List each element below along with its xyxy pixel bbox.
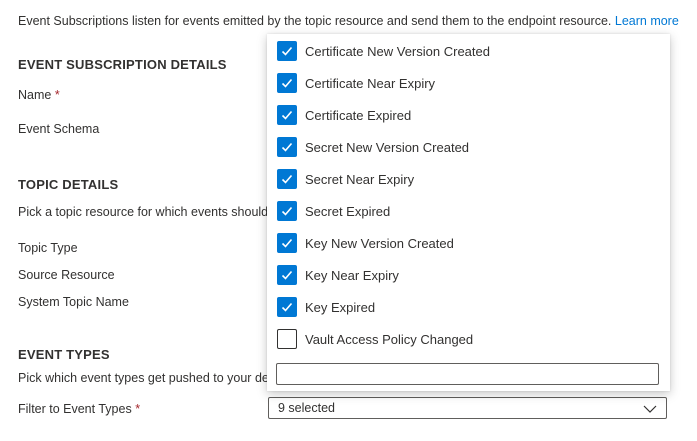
name-required-mark: *: [54, 88, 60, 102]
filter-required-mark: *: [135, 402, 141, 416]
option-key-near-expiry[interactable]: Key Near Expiry: [277, 264, 399, 286]
option-secret-new-version-created[interactable]: Secret New Version Created: [277, 136, 469, 158]
checkbox-vault-access-policy-changed[interactable]: [277, 329, 297, 349]
checkbox-secret-near-expiry[interactable]: [277, 169, 297, 189]
event-types-title: EVENT TYPES: [18, 347, 110, 362]
checkmark-icon: [281, 302, 293, 312]
checkmark-icon: [281, 110, 293, 120]
option-label: Key Near Expiry: [305, 267, 399, 283]
option-secret-expired[interactable]: Secret Expired: [277, 200, 390, 222]
option-label: Key New Version Created: [305, 235, 454, 251]
name-label-text: Name: [18, 88, 52, 102]
checkmark-icon: [281, 206, 293, 216]
checkbox-key-expired[interactable]: [277, 297, 297, 317]
filter-event-types-label-text: Filter to Event Types: [18, 402, 132, 416]
option-label: Secret Expired: [305, 203, 391, 219]
checkbox-key-new-version-created[interactable]: [277, 233, 297, 253]
option-certificate-expired[interactable]: Certificate Expired: [277, 104, 411, 126]
topic-details-title: TOPIC DETAILS: [18, 177, 119, 192]
filter-event-types-label: Filter to Event Types *: [18, 402, 140, 416]
checkbox-certificate-near-expiry[interactable]: [277, 73, 297, 93]
option-label: Key Expired: [305, 299, 376, 315]
checkmark-icon: [281, 238, 293, 248]
event-schema-label: Event Schema: [18, 122, 100, 136]
event-type-filter-input[interactable]: [276, 363, 659, 385]
checkbox-certificate-new-version-created[interactable]: [277, 41, 297, 61]
option-label: Certificate Expired: [305, 107, 412, 123]
checkbox-key-near-expiry[interactable]: [277, 265, 297, 285]
intro-description: Event Subscriptions listen for events em…: [18, 14, 612, 28]
option-label: Secret Near Expiry: [305, 171, 415, 187]
option-certificate-near-expiry[interactable]: Certificate Near Expiry: [277, 72, 435, 94]
learn-more-link[interactable]: Learn more: [615, 14, 679, 28]
system-topic-name-label: System Topic Name: [18, 295, 129, 309]
checkmark-icon: [281, 270, 293, 280]
option-secret-near-expiry[interactable]: Secret Near Expiry: [277, 168, 414, 190]
chevron-down-icon: [643, 403, 657, 417]
option-key-expired[interactable]: Key Expired: [277, 296, 375, 318]
checkmark-icon: [281, 78, 293, 88]
option-label: Vault Access Policy Changed: [305, 331, 474, 347]
event-subscription-details-title: EVENT SUBSCRIPTION DETAILS: [18, 57, 227, 72]
option-vault-access-policy-changed[interactable]: Vault Access Policy Changed: [277, 328, 473, 350]
option-label: Secret New Version Created: [305, 139, 470, 155]
event-types-selected-value: 9 selected: [278, 401, 335, 415]
checkmark-icon: [281, 142, 293, 152]
topic-details-description: Pick a topic resource for which events s…: [18, 205, 270, 219]
name-label: Name *: [18, 88, 60, 102]
source-resource-label: Source Resource: [18, 268, 115, 282]
checkbox-secret-new-version-created[interactable]: [277, 137, 297, 157]
intro-text: Event Subscriptions listen for events em…: [18, 14, 679, 28]
option-label: Certificate Near Expiry: [305, 75, 436, 91]
option-certificate-new-version-created[interactable]: Certificate New Version Created: [277, 40, 490, 62]
checkbox-secret-expired[interactable]: [277, 201, 297, 221]
checkmark-icon: [281, 174, 293, 184]
event-types-select[interactable]: 9 selected: [268, 397, 667, 419]
event-types-description: Pick which event types get pushed to you…: [18, 371, 270, 385]
option-label: Certificate New Version Created: [305, 43, 490, 59]
topic-type-label: Topic Type: [18, 241, 78, 255]
checkmark-icon: [281, 46, 293, 56]
event-types-dropdown-panel: Certificate New Version Created Certific…: [267, 34, 670, 391]
checkbox-certificate-expired[interactable]: [277, 105, 297, 125]
option-key-new-version-created[interactable]: Key New Version Created: [277, 232, 454, 254]
